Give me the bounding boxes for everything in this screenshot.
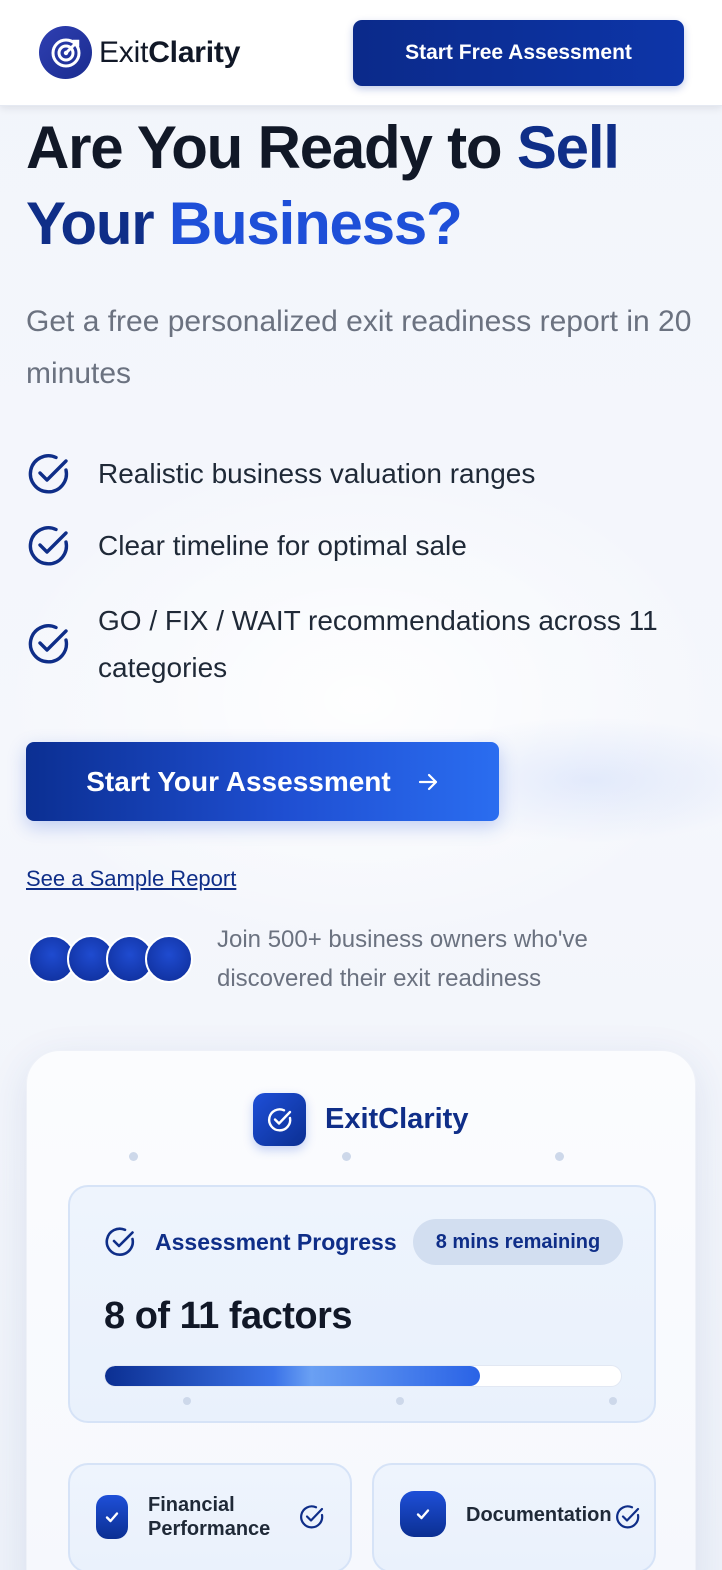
social-proof-text: Join 500+ business owners who've discove…: [217, 926, 588, 992]
factor-tile-label: Financial Performance: [148, 1493, 270, 1541]
progress-bar-fill: [105, 1366, 481, 1386]
progress-header: Assessment Progress: [103, 1225, 397, 1259]
target-logo-icon: [39, 26, 92, 79]
feature-item: GO / FIX / WAIT recommendations across 1…: [26, 597, 698, 691]
check-circle-icon: [28, 624, 69, 664]
hero-title-your: Your: [26, 190, 169, 257]
start-free-assessment-button[interactable]: Start Free Assessment: [353, 20, 684, 86]
factor-tile-label: Documentation: [466, 1504, 612, 1526]
card-brand: ExitClarity: [253, 1093, 468, 1146]
arrow-right-icon: [418, 773, 437, 790]
sample-report-link[interactable]: See a Sample Report: [26, 866, 236, 892]
decor-dot: [396, 1397, 404, 1405]
factor-tile-label-line2: Performance: [148, 1518, 271, 1540]
feature-text: Clear timeline for optimal sale: [98, 530, 467, 561]
decor-dot: [609, 1397, 617, 1405]
brand-name-part2: Clarity: [148, 35, 241, 69]
brand-name-part1: Exit: [99, 35, 149, 69]
brand-name: ExitClarity: [99, 36, 240, 70]
decor-dot: [555, 1152, 564, 1161]
check-circle-icon: [105, 1227, 135, 1257]
start-assessment-label: Start Your Assessment: [86, 765, 391, 797]
assessment-progress-panel: Assessment Progress 8 mins remaining 8 o…: [68, 1185, 656, 1423]
check-circle-icon: [300, 1505, 324, 1529]
site-header: ExitClarity Start Free Assessment: [0, 0, 722, 106]
decor-dot: [183, 1397, 191, 1405]
factor-tile-label-line1: Financial: [148, 1494, 235, 1516]
start-assessment-button[interactable]: Start Your Assessment: [26, 742, 499, 821]
factor-tile-documentation[interactable]: Documentation: [372, 1463, 656, 1570]
hero-title-sell: Sell: [516, 114, 620, 181]
card-brand-name: ExitClarity: [325, 1103, 469, 1135]
factors-count: 8 of 11 factors: [104, 1295, 353, 1337]
assessment-preview-card: ExitClarity Assessment Progress 8 mins r…: [26, 1050, 696, 1570]
feature-text: Realistic business valuation ranges: [98, 458, 536, 489]
feature-text: GO / FIX / WAIT recommendations across 1…: [98, 605, 658, 683]
check-circle-icon: [28, 525, 69, 565]
check-circle-icon: [28, 453, 69, 493]
decor-dot: [342, 1152, 351, 1161]
avatar-stack: [28, 935, 198, 983]
avatar: [145, 935, 193, 983]
check-icon: [96, 1495, 128, 1539]
brand-logo[interactable]: ExitClarity: [39, 26, 240, 79]
feature-item: Realistic business valuation ranges: [26, 450, 698, 497]
hero-title: Are You Ready to Sell Your Business?: [26, 110, 706, 262]
check-icon: [400, 1491, 446, 1537]
factor-tile-financial[interactable]: Financial Performance: [68, 1463, 352, 1570]
time-remaining-badge: 8 mins remaining: [413, 1219, 623, 1265]
decor-dot: [129, 1152, 138, 1161]
hero-title-part1: Are You Ready to: [26, 114, 517, 181]
progress-bar: [104, 1365, 622, 1387]
feature-item: Clear timeline for optimal sale: [26, 522, 698, 569]
progress-label: Assessment Progress: [155, 1228, 397, 1255]
check-circle-icon: [616, 1505, 640, 1529]
hero-subtitle: Get a free personalized exit readiness r…: [26, 305, 692, 390]
check-circle-icon: [253, 1093, 306, 1146]
hero-title-business: Business?: [168, 190, 463, 257]
